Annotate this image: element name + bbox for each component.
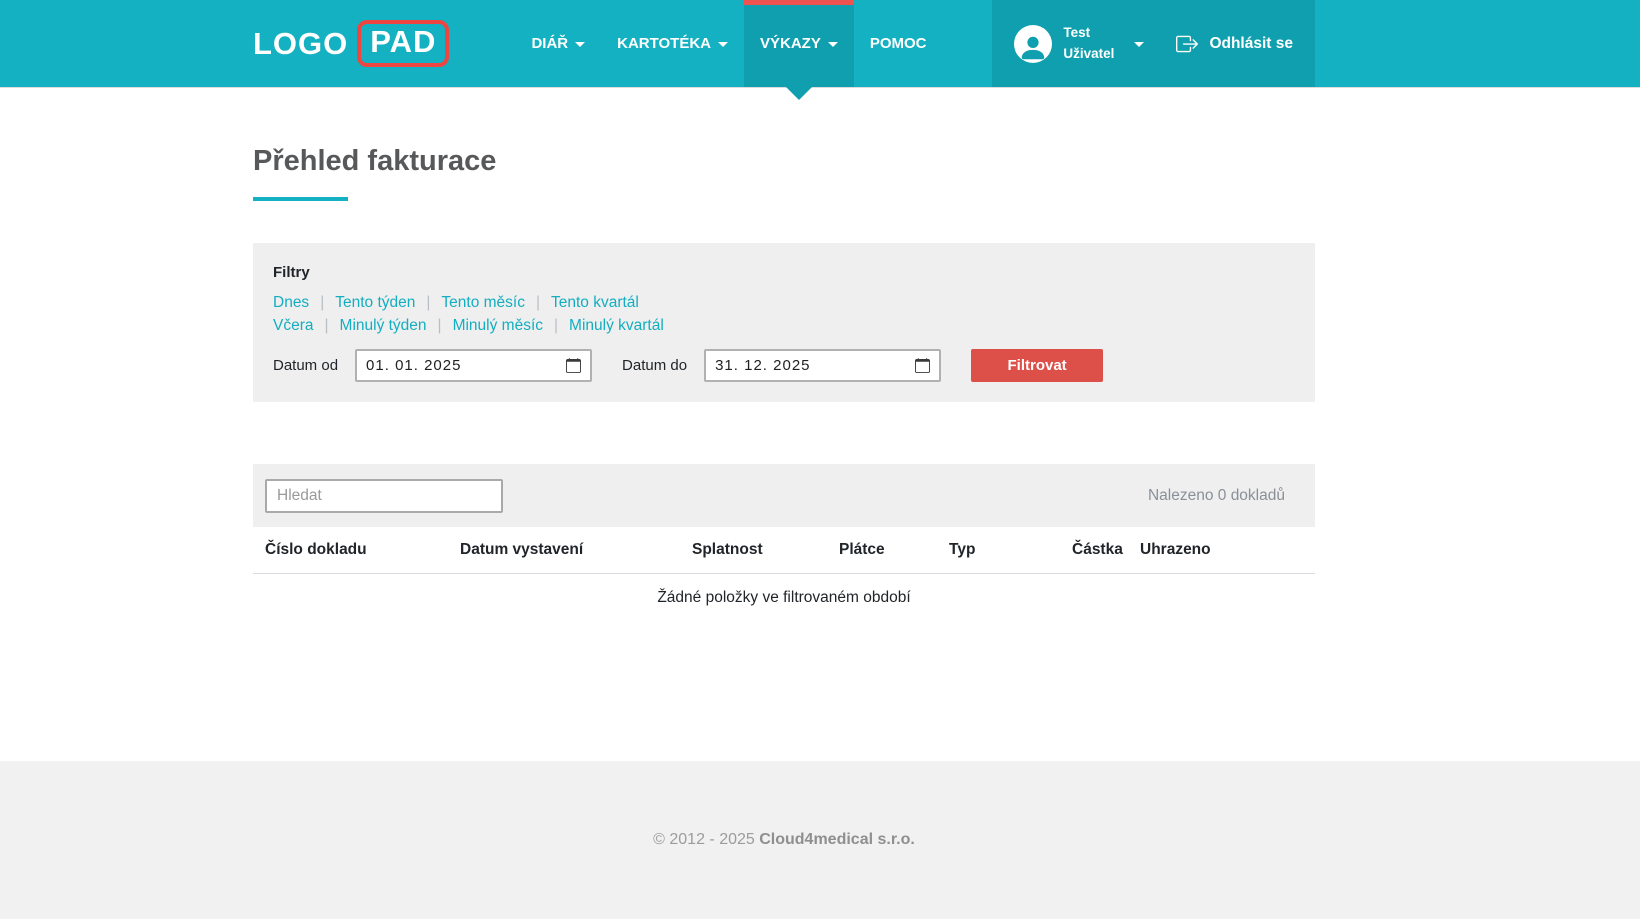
results-count: Nalezeno 0 dokladů xyxy=(1148,487,1285,505)
filters-panel: Filtry Dnes | Tento týden | Tento měsíc … xyxy=(253,243,1315,402)
filters-heading: Filtry xyxy=(273,264,1295,281)
date-to-value: 31. 12. 2025 xyxy=(715,357,810,374)
nav-item-vykazy[interactable]: VÝKAZY xyxy=(744,0,854,87)
chevron-down-icon xyxy=(828,42,838,47)
table-header-row: Číslo dokladu Datum vystavení Splatnost … xyxy=(253,527,1315,574)
app-logo[interactable]: LOGO PAD xyxy=(253,0,449,87)
link-separator: | xyxy=(536,294,540,312)
quick-link-minuly-mesic[interactable]: Minulý měsíc xyxy=(453,317,543,335)
quick-link-tento-mesic[interactable]: Tento měsíc xyxy=(441,294,525,312)
user-name-line2: Uživatel xyxy=(1063,44,1114,64)
page-content: Přehled fakturace Filtry Dnes | Tento tý… xyxy=(0,88,1640,761)
chevron-down-icon[interactable] xyxy=(1134,42,1144,47)
logout-label: Odhlásit se xyxy=(1209,35,1293,53)
active-tab-indicator xyxy=(744,0,854,5)
quick-link-dnes[interactable]: Dnes xyxy=(273,294,309,312)
user-avatar[interactable] xyxy=(1014,25,1052,63)
logout-icon xyxy=(1176,33,1198,55)
column-header-platce: Plátce xyxy=(839,527,949,574)
calendar-icon[interactable] xyxy=(915,358,930,373)
nav-item-pomoc[interactable]: POMOC xyxy=(854,0,943,87)
quick-date-links-row2: Včera | Minulý týden | Minulý měsíc | Mi… xyxy=(273,317,1295,335)
empty-state-row: Žádné položky ve filtrovaném období xyxy=(253,574,1315,623)
logout-button[interactable]: Odhlásit se xyxy=(1176,33,1293,55)
main-nav: DIÁŘ KARTOTÉKA VÝKAZY POMOC xyxy=(515,0,942,87)
link-separator: | xyxy=(325,317,329,335)
logo-text-part1: LOGO xyxy=(253,26,348,62)
date-from-input[interactable]: 01. 01. 2025 xyxy=(355,349,592,382)
person-icon xyxy=(1018,33,1048,63)
copyright-prefix: © 2012 - 2025 xyxy=(653,831,755,848)
date-from-label: Datum od xyxy=(273,357,338,374)
link-separator: | xyxy=(438,317,442,335)
column-header-uhrazeno: Uhrazeno xyxy=(1140,527,1315,574)
company-name: Cloud4medical s.r.o. xyxy=(759,831,915,848)
nav-item-kartoteka[interactable]: KARTOTÉKA xyxy=(601,0,744,87)
quick-link-vcera[interactable]: Včera xyxy=(273,317,314,335)
nav-item-label: DIÁŘ xyxy=(531,35,568,52)
documents-table: Číslo dokladu Datum vystavení Splatnost … xyxy=(253,527,1315,622)
page-title: Přehled fakturace xyxy=(253,145,1315,178)
quick-link-minuly-tyden[interactable]: Minulý týden xyxy=(340,317,427,335)
logo-text-part2: PAD xyxy=(357,20,449,66)
chevron-down-icon xyxy=(718,42,728,47)
results-toolbar: Nalezeno 0 dokladů xyxy=(253,464,1315,527)
date-to-input[interactable]: 31. 12. 2025 xyxy=(704,349,941,382)
date-filter-row: Datum od 01. 01. 2025 Datum do 31. 12. 2… xyxy=(273,349,1295,382)
nav-item-label: POMOC xyxy=(870,35,927,52)
link-separator: | xyxy=(426,294,430,312)
nav-item-diar[interactable]: DIÁŘ xyxy=(515,0,601,87)
quick-link-minuly-kvartal[interactable]: Minulý kvartál xyxy=(569,317,664,335)
search-input[interactable] xyxy=(265,479,503,513)
column-header-typ: Typ xyxy=(949,527,1072,574)
column-header-datum-vystaveni: Datum vystavení xyxy=(460,527,692,574)
copyright-text: © 2012 - 2025 Cloud4medical s.r.o. xyxy=(253,831,1315,849)
column-header-castka: Částka xyxy=(1072,527,1140,574)
user-menu: Test Uživatel Odhlásit se xyxy=(992,0,1315,87)
nav-item-label: VÝKAZY xyxy=(760,35,821,52)
link-separator: | xyxy=(320,294,324,312)
quick-date-links-row1: Dnes | Tento týden | Tento měsíc | Tento… xyxy=(273,294,1295,312)
empty-state-message: Žádné položky ve filtrovaném období xyxy=(253,574,1315,623)
filter-button[interactable]: Filtrovat xyxy=(971,349,1103,382)
title-underline xyxy=(253,197,348,201)
page-footer: © 2012 - 2025 Cloud4medical s.r.o. xyxy=(0,761,1640,919)
date-to-label: Datum do xyxy=(622,357,687,374)
quick-link-tento-kvartal[interactable]: Tento kvartál xyxy=(551,294,639,312)
quick-link-tento-tyden[interactable]: Tento týden xyxy=(335,294,415,312)
calendar-icon[interactable] xyxy=(566,358,581,373)
column-header-splatnost: Splatnost xyxy=(692,527,839,574)
top-navbar: LOGO PAD DIÁŘ KARTOTÉKA VÝKAZY POMOC xyxy=(0,0,1640,88)
chevron-down-icon xyxy=(575,42,585,47)
user-name[interactable]: Test Uživatel xyxy=(1063,23,1114,64)
link-separator: | xyxy=(554,317,558,335)
date-from-value: 01. 01. 2025 xyxy=(366,357,461,374)
nav-item-label: KARTOTÉKA xyxy=(617,35,711,52)
user-name-line1: Test xyxy=(1063,23,1114,43)
column-header-cislo-dokladu: Číslo dokladu xyxy=(253,527,460,574)
